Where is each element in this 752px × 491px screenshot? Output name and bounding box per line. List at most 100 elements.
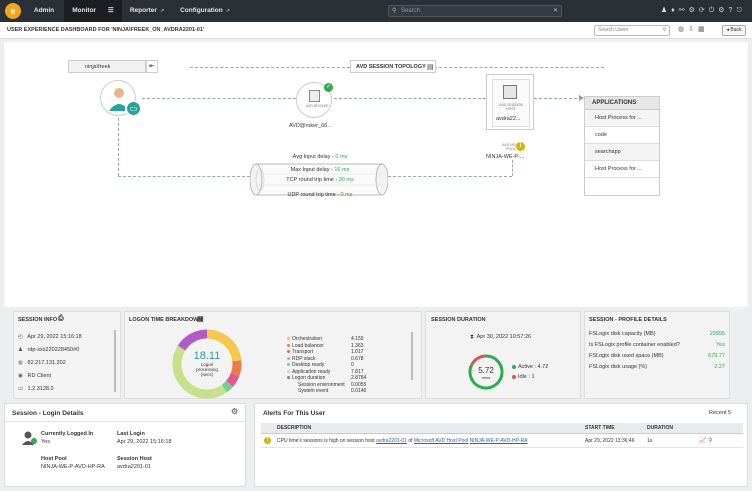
application-item[interactable]: searchapp — [585, 144, 659, 161]
application-item[interactable]: Host Process for ... — [585, 161, 659, 178]
legend-dot — [287, 369, 290, 373]
warning-icon: i — [516, 142, 525, 151]
zoom-icon[interactable]: ⚲ — [708, 438, 712, 444]
profile-label: FSLogix disk usage (%) — [589, 364, 648, 370]
idle-arc[interactable] — [470, 354, 487, 366]
logout-icon[interactable]: ⇤ — [146, 60, 158, 73]
legend-dot — [287, 376, 290, 380]
link-icon[interactable]: ⚯ — [679, 7, 689, 14]
description-cell: CPU time's sessions is high on session h… — [274, 433, 582, 448]
logon-item-value: 0.678 — [351, 355, 364, 362]
applications-title: APPLICATIONS — [585, 97, 659, 110]
user-icon[interactable]: ♟ — [661, 7, 671, 14]
legend-dot — [287, 383, 290, 386]
export-icon[interactable]: ⇩ — [688, 26, 698, 33]
globe-icon[interactable]: ◍ — [678, 26, 688, 33]
logon-item-label: Load balancer — [292, 342, 324, 349]
clock-icon: ◴ — [18, 334, 23, 340]
actions-column-header — [696, 423, 743, 434]
search-users-input[interactable]: Search Users ⚲ — [594, 25, 670, 36]
duration-unit: mins — [481, 375, 491, 380]
host-pool-type-link[interactable]: Microsoft AVD Host Pool — [414, 438, 468, 444]
last-login-label: Last Login — [117, 431, 145, 437]
nav-configuration[interactable]: Configuration ↗ — [174, 0, 236, 22]
nav-monitor[interactable]: Monitor ☰ — [64, 0, 122, 22]
duration-center: 5.72 mins — [466, 366, 506, 380]
external-link-icon: ↗ — [225, 8, 230, 14]
logon-breakdown-panel: LOGON TIME BREAKDOWN ▤ 18.11 Logon proce… — [124, 311, 422, 399]
check-icon: ✓ — [324, 83, 333, 92]
recent-filter[interactable]: Recent 5 — [709, 410, 731, 416]
session-start: Apr 29, 2022 15:16:18 — [27, 334, 82, 340]
profile-value: 679.77 — [708, 353, 725, 359]
refresh-icon[interactable]: ⟳ — [699, 7, 709, 14]
logon-item-label: RDP stack — [292, 355, 316, 362]
monitor-icon: ▭ — [125, 100, 142, 117]
nav-admin[interactable]: Admin — [24, 0, 64, 22]
session-host-node[interactable]: AVD SESSION HOST avdra22... — [486, 74, 534, 130]
search-icon: ⚲ — [662, 27, 666, 33]
power-icon[interactable]: ⏻ — [709, 7, 719, 14]
host-link[interactable]: avdra2201-01 — [376, 438, 407, 444]
donut-slice[interactable] — [221, 380, 233, 393]
user-name-box: ninja\freek — [68, 60, 146, 73]
logon-item-label: Orchestration — [292, 336, 323, 342]
back-button[interactable]: ◂ Back — [722, 25, 746, 36]
logout-icon[interactable]: ⎋ — [736, 7, 746, 14]
session-client: RD Client — [27, 373, 52, 379]
settings-icon[interactable]: ⚙ — [689, 7, 699, 14]
start-time-column-header[interactable]: START TIME — [582, 423, 644, 434]
scrollbar[interactable] — [114, 330, 116, 392]
application-item[interactable]: code — [585, 127, 659, 144]
logon-item-value: 7.817 — [351, 368, 364, 375]
description-column-header[interactable]: DESCRIPTION — [274, 423, 582, 434]
severity-cell: ! — [261, 433, 274, 448]
alert-text-2: of — [408, 437, 413, 444]
globe-icon: ◍ — [18, 360, 23, 366]
gear-icon[interactable]: ⚙ — [231, 407, 238, 416]
session-duration-title: SESSION DURATION — [431, 317, 486, 323]
clear-icon[interactable]: ✕ — [553, 6, 558, 16]
duration-start: Apr 30, 2022 10:57:26 — [476, 334, 532, 340]
report-icon[interactable]: ▤ — [427, 63, 434, 71]
logon-item-label: Session environment — [298, 381, 345, 388]
last-login-value: Apr 29, 2022 15:16:18 — [117, 439, 172, 445]
metric-max-input-delay: Max Input delay - 16 ms — [290, 167, 350, 173]
server-icon — [309, 90, 320, 102]
gear-icon[interactable]: ⚙ — [718, 7, 728, 14]
eg-logo[interactable]: e — [5, 3, 21, 19]
page-title: USER EXPERIENCE DASHBOARD FOR 'NINJA\FRE… — [7, 27, 205, 33]
application-item[interactable]: Host Process for ... — [585, 110, 659, 127]
logon-item-label: Transport — [292, 349, 314, 355]
logon-item-value: 0 — [351, 362, 354, 368]
logon-item-value: 2.8784 — [351, 375, 367, 381]
broker-icon-text: AVD BROKER — [306, 104, 329, 108]
duration-column-header[interactable]: DURATION — [644, 423, 696, 434]
nav-monitor-label: Monitor — [72, 7, 97, 14]
legend-dot — [287, 389, 290, 392]
bell-icon[interactable]: ♦ — [671, 7, 679, 14]
menu-icon[interactable]: ☰ — [108, 7, 114, 14]
scrollbar[interactable] — [411, 332, 413, 380]
export-icon[interactable]: ⎙ — [58, 315, 64, 323]
logon-caption-3: (secs) — [200, 372, 214, 377]
nav-reporter[interactable]: Reporter ↗ — [124, 0, 170, 22]
login-details-title: Session - Login Details — [12, 410, 84, 417]
table-row: ! CPU time's sessions is high on session… — [261, 433, 743, 448]
metric-value: 16 ms — [334, 167, 350, 173]
host-pool-link[interactable]: NINJA-WE-P-AVD-HP-RA — [470, 438, 528, 444]
profile-label: FSLogix disk capacity (MB) — [589, 331, 656, 337]
donut-slice[interactable] — [177, 329, 208, 351]
donut-center: 18.11 Logon processing (secs) — [171, 350, 243, 377]
layout-icon[interactable]: ▦ — [698, 26, 709, 33]
legend-dot — [287, 343, 290, 347]
external-link-icon: ↗ — [159, 8, 165, 14]
duration-cell: 1s — [644, 433, 696, 448]
search-icon: ⚲ — [392, 8, 397, 14]
global-search-input[interactable]: ⚲ Search ✕ — [388, 5, 562, 17]
graph-icon[interactable]: 📈 — [699, 438, 706, 444]
session-user: rdp-sxs220228450#0 — [27, 347, 80, 353]
profile-details-panel: SESSION - PROFILE DETAILS FSLogix disk c… — [584, 311, 730, 399]
report-icon[interactable]: ▤ — [197, 315, 204, 323]
top-nav-bar: e Admin Monitor ☰ Reporter ↗ Configuratio… — [0, 0, 752, 22]
